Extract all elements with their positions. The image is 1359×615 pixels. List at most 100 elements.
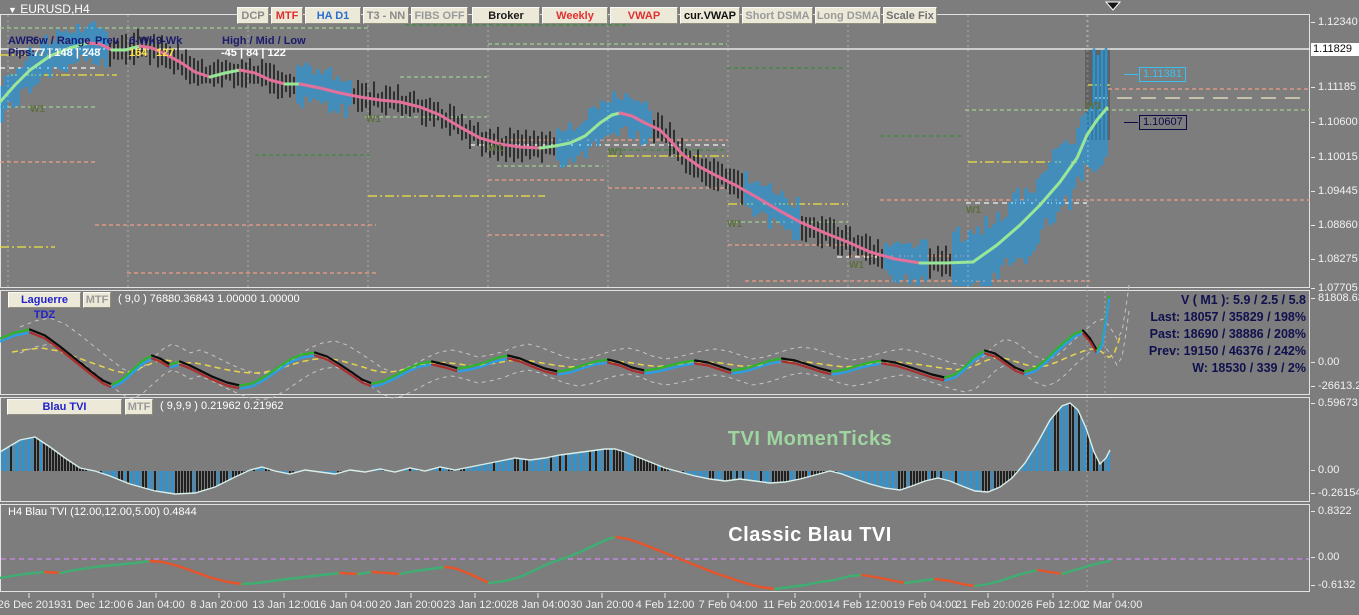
blau-scale-tick-mark [1311, 470, 1315, 471]
date-axis-label: 2 Mar 04:00 [1083, 599, 1143, 611]
price-scale-tick-mark [1311, 22, 1315, 23]
current-price-badge: 1.11829 [1311, 43, 1359, 56]
laguerre-scale-tick-mark [1311, 362, 1315, 363]
blau-scale-tick-mark [1311, 493, 1315, 494]
date-axis-label: 30 Jan 20:00 [570, 599, 634, 611]
h4-scale-tick-mark [1311, 585, 1315, 586]
price-scale-tick: 1.08860 [1318, 219, 1358, 231]
classic-blau-watermark: Classic Blau TVI [728, 524, 892, 546]
awr-prev-label: Prev [95, 35, 119, 47]
price-scale-tick-mark [1311, 288, 1315, 289]
pips-range-values: 77 | 148 | 248 [33, 47, 101, 59]
upper-price-dash [1124, 74, 1138, 75]
h4-scale-tick-mark [1311, 557, 1315, 558]
pips-hml-values: -45 | 84 | 122 [221, 47, 286, 59]
date-axis-label: 26 Dec 2019 [0, 599, 61, 611]
w1-week-open-label: W1 [488, 143, 503, 154]
stat-past: Past: 18690 / 38886 / 208% [1149, 327, 1306, 341]
h4-scale-tick: -0.6132 [1318, 579, 1356, 591]
blau-header-values: ( 9,9,9 ) 0.21962 0.21962 [160, 400, 284, 412]
date-axis-label: 11 Feb 20:00 [762, 599, 828, 611]
toolbar-button-t3-nn[interactable]: T3 - NN [363, 7, 409, 24]
upper-price-label: 1.11381 [1139, 67, 1186, 82]
laguerre-header-values: ( 9,0 ) 76880.36843 1.00000 1.00000 [118, 293, 300, 305]
blau-scale-tick: 0.59673 [1318, 397, 1358, 409]
date-axis-label: 31 Dec 12:00 [60, 599, 126, 611]
price-scale-tick: 1.12340 [1318, 16, 1358, 28]
chart-title-bar[interactable]: ▼ EURUSD,H4 [8, 2, 90, 16]
lower-price-dash [1124, 122, 1138, 123]
price-scale-tick-mark [1311, 259, 1315, 260]
blau-mtf-button[interactable]: MTF [125, 399, 153, 415]
pips-6wk-value: 164 [129, 47, 148, 59]
laguerre-scale-tick-mark [1311, 298, 1315, 299]
h4-scale-tick: 0.8322 [1318, 505, 1352, 517]
date-axis-label: 28 Jan 04:00 [506, 599, 570, 611]
stat-volume-m1: V ( M1 ): 5.9 / 2.5 / 5.8 [1180, 293, 1306, 307]
stat-last: Last: 18057 / 35829 / 198% [1150, 310, 1306, 324]
toolbar-button-vwap[interactable]: VWAP [610, 7, 678, 24]
blau-scale-tick: 0.00 [1318, 464, 1340, 476]
toolbar-button-long-dsma[interactable]: Long DSMA [815, 7, 881, 24]
date-axis-label: 16 Jan 04:00 [314, 599, 378, 611]
date-axis-label: 20 Jan 20:00 [379, 599, 443, 611]
lower-price-label: 1.10607 [1139, 115, 1187, 130]
date-axis-label: 26 Feb 12:00 [1020, 599, 1086, 611]
awr-9wk-label: 9-Wk [156, 35, 183, 47]
blau-scale-tick: -0.26154 [1318, 487, 1359, 499]
blau-tvi-button[interactable]: Blau TVI [7, 399, 122, 415]
price-scale-tick: 1.11185 [1318, 81, 1357, 93]
laguerre-mtf-button[interactable]: MTF [83, 292, 111, 308]
laguerre-scale-tick: 81808.636 [1318, 292, 1359, 304]
awr-6wk-label: 6-Wk [129, 35, 156, 47]
h4-scale-tick: 0.00 [1318, 551, 1340, 563]
laguerre-scale-tick: 0.00 [1318, 356, 1340, 368]
toolbar-button-broker[interactable]: Broker [472, 7, 540, 24]
toolbar-button-ha-d1[interactable]: HA D1 [305, 7, 361, 24]
date-axis-label: 19 Feb 04:00 [892, 599, 958, 611]
toolbar-button-weekly[interactable]: Weekly [542, 7, 608, 24]
pips-label: Pips: [8, 47, 35, 59]
laguerre-tdz-button[interactable]: Laguerre TDZ [8, 292, 81, 321]
date-axis-label: 13 Jan 12:00 [252, 599, 316, 611]
price-scale-tick: 1.08275 [1318, 253, 1358, 265]
pips-9wk-value: 127 [156, 47, 175, 59]
date-axis-label: 4 Feb 12:00 [635, 599, 695, 611]
price-scale-tick: 1.10600 [1318, 116, 1358, 128]
date-axis-label: 7 Feb 04:00 [698, 599, 758, 611]
stat-week: W: 18530 / 339 / 2% [1192, 361, 1306, 375]
toolbar-button-scale-fix[interactable]: Scale Fix [883, 7, 937, 24]
collapse-arrow-icon[interactable]: ▼ [8, 5, 17, 15]
symbol-period-label: EURUSD,H4 [20, 2, 90, 16]
laguerre-scale-tick-mark [1311, 386, 1315, 387]
laguerre-scale-tick: -26613.26 [1318, 380, 1359, 392]
awr-range-label: 6w / Range [33, 35, 91, 47]
date-axis-label: 6 Jan 04:00 [127, 599, 185, 611]
toolbar-button-fibs-off[interactable]: FIBS OFF [411, 7, 468, 24]
price-scale-tick-mark [1311, 191, 1315, 192]
date-axis-label: 21 Feb 20:00 [955, 599, 1021, 611]
toolbar-button-cur-vwap[interactable]: cur.VWAP [680, 7, 740, 24]
toolbar-button-short-dsma[interactable]: Short DSMA [742, 7, 813, 24]
toolbar-button-mtf[interactable]: MTF [271, 7, 303, 24]
w1-week-open-label: W1 [727, 219, 742, 230]
price-scale-tick-mark [1311, 87, 1315, 88]
w1-week-open-label: W1 [366, 114, 381, 125]
h4-blau-header: H4 Blau TVI (12.00,12.00,5.00) 0.4844 [8, 506, 197, 518]
chart-window: ▼ EURUSD,H4 AWR: 6w / Range Prev 6-Wk 9-… [0, 0, 1359, 615]
price-scale-tick-mark [1311, 157, 1315, 158]
blau-scale-tick-mark [1311, 403, 1315, 404]
stat-prev: Prev: 19150 / 46376 / 242% [1148, 344, 1306, 358]
date-axis-label: 8 Jan 20:00 [190, 599, 248, 611]
tvi-momenticks-watermark: TVI MomenTicks [727, 428, 893, 450]
w1-week-open-label: W1 [608, 147, 623, 158]
toolbar-button-dcp[interactable]: DCP [237, 7, 269, 24]
w1-week-open-label: W1 [966, 205, 981, 216]
awr-hml-label: High / Mid / Low [222, 35, 306, 47]
price-scale-tick-mark [1311, 225, 1315, 226]
w1-week-open-label: W1 [849, 260, 864, 271]
price-scale-tick: 1.09445 [1318, 185, 1358, 197]
w1-week-open-label: W1 [1086, 101, 1101, 112]
laguerre-stats-block: V ( M1 ): 5.9 / 2.5 / 5.8 Last: 18057 / … [1149, 292, 1306, 377]
price-scale-tick: 1.10015 [1318, 151, 1358, 163]
